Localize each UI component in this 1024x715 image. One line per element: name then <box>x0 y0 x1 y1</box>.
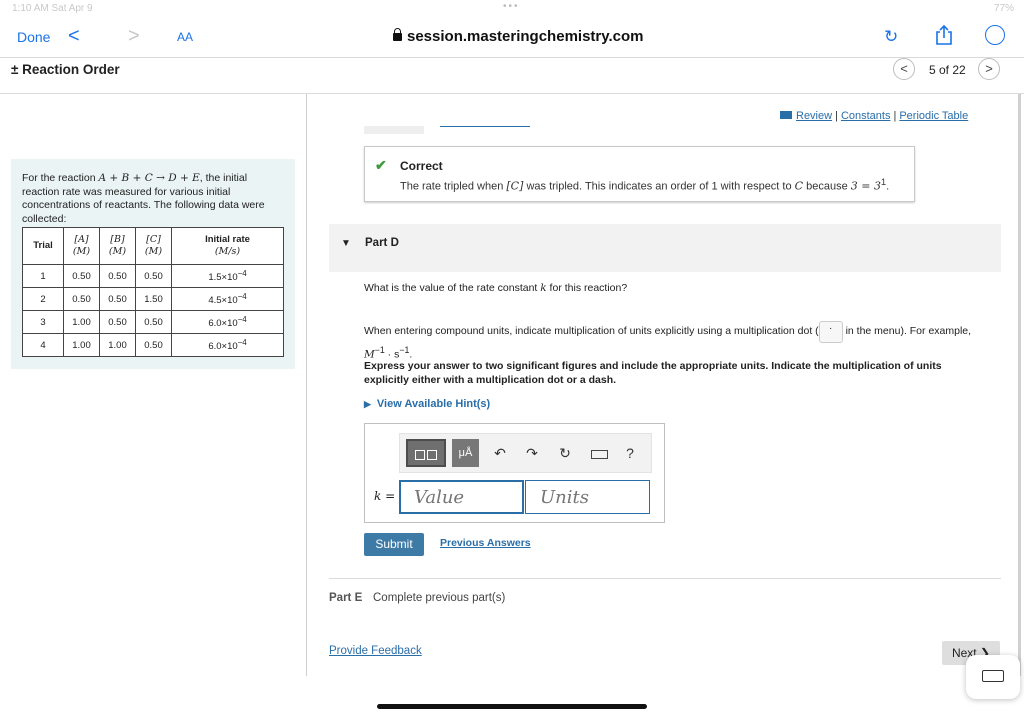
col-rate: Initial rate (M/s) <box>171 227 284 265</box>
submit-button[interactable]: Submit <box>364 533 424 556</box>
status-bar: 1:10 AM Sat Apr 9 ••• 77% <box>0 0 1024 16</box>
previous-part-link-stub[interactable] <box>440 126 530 127</box>
templates-icon[interactable] <box>406 439 446 467</box>
home-indicator[interactable] <box>377 704 647 709</box>
periodic-table-link[interactable]: Periodic Table <box>899 110 968 122</box>
math-toolbar: μÅ ↶ ↷ ↻ ? <box>399 433 652 473</box>
col-trial: Trial <box>22 227 64 265</box>
next-item-button[interactable]: > <box>978 58 1000 80</box>
previous-answers-link[interactable]: Previous Answers <box>440 537 531 549</box>
part-d-label: Part D <box>365 237 399 249</box>
done-button[interactable]: Done <box>17 29 50 45</box>
battery-level: 77% <box>993 3 1014 14</box>
part-d-header[interactable]: ▼ Part D <box>329 224 1001 272</box>
col-c: [C] (M) <box>135 227 172 265</box>
provide-feedback-link[interactable]: Provide Feedback <box>329 645 422 657</box>
units-input-box <box>525 480 650 514</box>
back-icon[interactable]: < <box>68 25 80 48</box>
units-input[interactable] <box>540 481 649 513</box>
assignment-header: ± Reaction Order < 5 of 22 > <box>0 58 1024 94</box>
review-link[interactable]: Review <box>796 110 832 122</box>
book-icon <box>780 111 792 119</box>
previous-item-button[interactable]: < <box>893 58 915 80</box>
collapse-arrow-icon[interactable]: ▼ <box>341 238 351 249</box>
url-text: session.masteringchemistry.com <box>407 28 644 45</box>
help-icon[interactable]: ? <box>620 439 640 467</box>
share-icon[interactable] <box>935 25 953 45</box>
answer-box: μÅ ↶ ↷ ↻ ? k = <box>364 423 665 523</box>
problem-panel: For the reaction A + B + C → D + E, the … <box>11 159 295 369</box>
keyboard-icon[interactable] <box>586 439 612 467</box>
item-pager: 5 of 22 <box>929 63 966 77</box>
hints-label: View Available Hint(s) <box>376 398 491 410</box>
value-input-box <box>399 480 524 514</box>
k-label: k = <box>374 489 396 503</box>
browser-toolbar: Done < > AA session.masteringchemistry.c… <box>0 16 1024 58</box>
col-b: [B] (M) <box>99 227 136 265</box>
multiplication-dot-key: · <box>818 321 843 343</box>
correct-feedback: ✔ Correct The rate tripled when [C] was … <box>364 146 915 202</box>
units-menu-button[interactable]: μÅ <box>452 439 479 467</box>
table-row: 2 0.50 0.50 1.50 4.5×10−4 <box>22 287 284 311</box>
constants-link[interactable]: Constants <box>841 110 891 122</box>
undo-icon[interactable]: ↶ <box>490 439 510 467</box>
correct-label: Correct <box>400 159 443 173</box>
address-bar[interactable]: session.masteringchemistry.com <box>393 28 643 45</box>
question-text: What is the value of the rate constant k… <box>364 282 628 294</box>
reload-icon[interactable]: ↻ <box>884 27 898 47</box>
units-note: When entering compound units, indicate m… <box>364 321 972 361</box>
reset-icon[interactable]: ↻ <box>555 439 575 467</box>
problem-statement: For the reaction A + B + C → D + E, the … <box>22 172 287 227</box>
text-size-button[interactable]: AA <box>177 30 193 44</box>
rate-data-table: Trial [A] (M) [B] (M) [C] (M) Initial rate(… <box>22 227 284 357</box>
resource-links: Review | Constants | Periodic Table <box>780 110 968 122</box>
scrollbar[interactable] <box>1018 94 1021 676</box>
lock-icon <box>393 28 402 41</box>
table-row: 1 0.50 0.50 0.50 1.5×10−4 <box>22 264 284 288</box>
redo-icon[interactable]: ↷ <box>522 439 542 467</box>
table-header-row: Trial [A] (M) [B] (M) [C] (M) Initial rate(… <box>22 227 284 265</box>
checkmark-icon: ✔ <box>375 157 387 173</box>
table-row: 3 1.00 0.50 0.50 6.0×10−4 <box>22 310 284 334</box>
problem-text-pre: For the reaction <box>22 172 99 184</box>
page-title: ± Reaction Order <box>11 62 120 77</box>
keyboard-toggle-icon[interactable] <box>966 655 1020 699</box>
part-e-status: Complete previous part(s) <box>373 592 506 604</box>
panel-divider[interactable] <box>306 94 307 676</box>
answer-instructions: Express your answer to two significant f… <box>364 360 942 386</box>
reaction-equation: A + B + C → D + E <box>98 172 200 184</box>
table-row: 4 1.00 1.00 0.50 6.0×10−4 <box>22 333 284 357</box>
compass-icon[interactable] <box>985 25 1005 45</box>
divider <box>329 578 1001 579</box>
view-hints-link[interactable]: ▶ View Available Hint(s) <box>364 398 490 410</box>
col-a: [A] (M) <box>63 227 100 265</box>
part-e-label: Part E <box>329 592 363 604</box>
status-time: 1:10 AM Sat Apr 9 <box>12 3 93 14</box>
multitask-dots: ••• <box>503 1 520 12</box>
forward-icon[interactable]: > <box>128 25 140 48</box>
expand-arrow-icon: ▶ <box>364 399 371 409</box>
previous-part-stub <box>364 126 424 134</box>
correct-message: The rate tripled when [C] was tripled. T… <box>400 177 890 193</box>
value-input[interactable] <box>414 482 522 512</box>
